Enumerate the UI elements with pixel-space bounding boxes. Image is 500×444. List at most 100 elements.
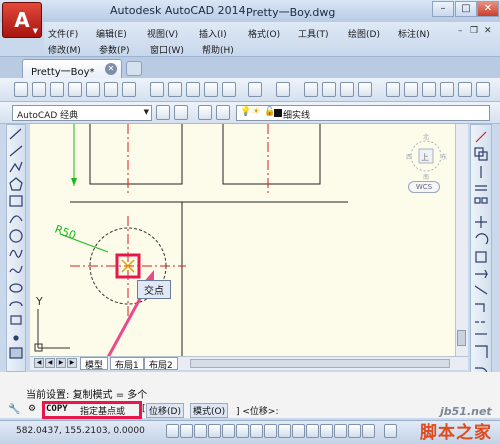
offset-icon — [475, 185, 487, 191]
ellipse-icon — [9, 283, 23, 293]
doc-minimize-button[interactable]: – — [458, 26, 463, 36]
workspace-toggle-icon[interactable] — [174, 105, 188, 120]
coordinate-readout[interactable]: 582.0437, 155.2103, 0.0000 — [16, 426, 145, 436]
design-center-icon[interactable] — [404, 82, 418, 97]
match-properties-icon[interactable] — [204, 82, 218, 97]
3d-osnap-toggle[interactable] — [250, 424, 263, 438]
paste-icon[interactable] — [186, 82, 200, 97]
history-value: 复制模式 = 多个 — [72, 390, 148, 401]
chevron-down-icon: ▼ — [143, 108, 149, 116]
calculator-icon[interactable] — [476, 82, 490, 97]
save-icon[interactable] — [50, 82, 64, 97]
preview-icon[interactable] — [104, 82, 118, 97]
menu-edit[interactable]: 编辑(E) — [96, 27, 127, 40]
properties-icon[interactable] — [386, 82, 400, 97]
quick-properties-toggle[interactable] — [334, 424, 347, 438]
tool-palettes-icon[interactable] — [422, 82, 436, 97]
block-editor-icon[interactable] — [222, 82, 236, 97]
menu-view[interactable]: 视图(V) — [147, 27, 178, 40]
ellipse-arc-icon — [9, 301, 23, 307]
last-layout-button[interactable]: ▶ — [67, 358, 77, 368]
new-tab-button[interactable] — [126, 61, 142, 76]
ortho-toggle[interactable] — [208, 424, 221, 438]
polar-toggle[interactable] — [222, 424, 235, 438]
app-logo: A — [14, 8, 30, 32]
vertical-scrollbar[interactable] — [455, 124, 468, 356]
pan-icon[interactable] — [304, 82, 318, 97]
menu-modify[interactable]: 修改(M) — [48, 43, 81, 56]
menu-file[interactable]: 文件(F) — [48, 27, 78, 40]
infer-constraints-toggle[interactable] — [166, 424, 179, 438]
menu-help[interactable]: 帮助(H) — [202, 43, 234, 56]
circle-icon — [9, 229, 23, 243]
line-icon — [9, 128, 22, 140]
next-layout-button[interactable]: ▶ — [56, 358, 66, 368]
menu-format[interactable]: 格式(O) — [248, 27, 280, 40]
copy-icon[interactable] — [168, 82, 182, 97]
menu-insert[interactable]: 插入(I) — [199, 27, 227, 40]
layer-name: 细实线 — [283, 111, 311, 121]
selection-cycling-toggle[interactable] — [348, 424, 361, 438]
history-label: 当前设置: — [26, 390, 70, 401]
cut-icon[interactable] — [150, 82, 164, 97]
workspace-select[interactable]: AutoCAD 经典 ▼ — [12, 105, 152, 121]
annotation-monitor-toggle[interactable] — [362, 424, 375, 438]
horizontal-scrollbar[interactable] — [190, 359, 450, 368]
layer-properties-icon[interactable] — [198, 105, 212, 120]
dyn-toggle[interactable] — [292, 424, 305, 438]
menu-draw[interactable]: 绘图(D) — [348, 27, 380, 40]
workspace-value: AutoCAD 经典 — [17, 111, 79, 121]
application-menu-button[interactable]: A ▼ — [2, 2, 42, 38]
dimension-arrow — [71, 178, 77, 186]
zoom-previous-icon[interactable] — [358, 82, 372, 97]
redo-icon[interactable] — [276, 82, 290, 97]
prev-layout-button[interactable]: ◀ — [45, 358, 55, 368]
osnap-toggle[interactable] — [236, 424, 249, 438]
ducs-toggle[interactable] — [278, 424, 291, 438]
watermark-name: 脚本之家 — [420, 423, 492, 443]
option-displacement[interactable]: 位移(D) — [146, 403, 184, 418]
menu-parametric[interactable]: 参数(P) — [99, 43, 129, 56]
lineweight-toggle[interactable] — [306, 424, 319, 438]
close-tab-icon[interactable]: ✕ — [105, 63, 117, 75]
grid-toggle[interactable] — [194, 424, 207, 438]
model-space-toggle[interactable] — [384, 424, 397, 438]
markup-icon[interactable] — [458, 82, 472, 97]
rectangle-icon — [9, 195, 23, 207]
doc-close-button[interactable]: ✕ — [484, 26, 492, 36]
new-icon[interactable] — [14, 82, 28, 97]
first-layout-button[interactable]: ◀ — [34, 358, 44, 368]
doc-restore-button[interactable]: ❐ — [470, 26, 478, 36]
zoom-window-icon[interactable] — [340, 82, 354, 97]
scroll-thumb[interactable] — [457, 330, 466, 346]
menu-dimension[interactable]: 标注(N) — [398, 27, 430, 40]
menu-tools[interactable]: 工具(T) — [298, 27, 329, 40]
tab-model[interactable]: 模型 — [80, 357, 109, 371]
menu-window[interactable]: 窗口(W) — [150, 43, 184, 56]
open-icon[interactable] — [32, 82, 46, 97]
tab-layout2[interactable]: 布局2 — [144, 357, 178, 371]
undo-icon[interactable] — [248, 82, 262, 97]
minimize-button[interactable]: – — [432, 1, 454, 17]
arc-icon — [9, 215, 23, 224]
zoom-realtime-icon[interactable] — [322, 82, 336, 97]
snap-toggle[interactable] — [180, 424, 193, 438]
workspace-settings-icon[interactable] — [156, 105, 170, 120]
publish-icon[interactable] — [122, 82, 136, 97]
tab-layout1[interactable]: 布局1 — [110, 357, 144, 371]
polyline-icon — [9, 161, 23, 173]
plot-icon[interactable] — [86, 82, 100, 97]
otrack-toggle[interactable] — [264, 424, 277, 438]
stretch-icon — [475, 269, 488, 279]
wcs-menu[interactable]: WCS — [408, 181, 440, 193]
save-as-icon[interactable] — [68, 82, 82, 97]
close-button[interactable]: ✕ — [477, 1, 499, 17]
option-mode[interactable]: 模式(O) — [190, 403, 229, 418]
layer-states-icon[interactable] — [216, 105, 230, 120]
sheet-set-icon[interactable] — [440, 82, 454, 97]
maximize-button[interactable]: □ — [455, 1, 477, 17]
drawing-canvas[interactable]: R50 Y 上 北 南 西 东 — [30, 124, 468, 356]
array-icon — [474, 197, 481, 204]
transparency-toggle[interactable] — [320, 424, 333, 438]
document-tab[interactable]: Pretty一Boy* ✕ — [22, 59, 122, 78]
